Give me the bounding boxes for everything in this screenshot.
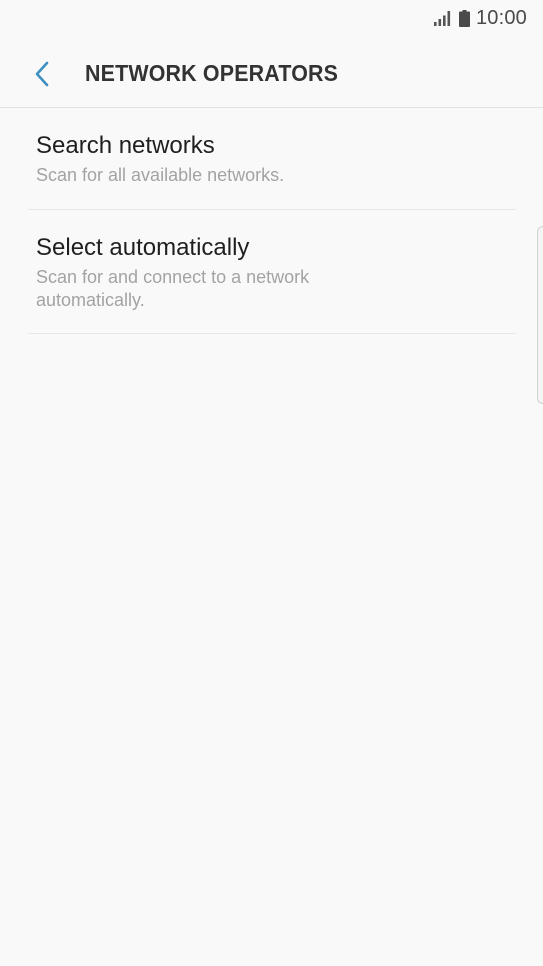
edge-panel-handle[interactable] — [537, 226, 543, 404]
status-bar: 10:00 — [0, 0, 543, 36]
select-automatically-subtitle: Scan for and connect to a network automa… — [36, 267, 310, 310]
search-networks-subtitle: Scan for all available networks. — [36, 165, 285, 185]
search-networks-title: Search networks — [36, 132, 215, 159]
search-networks-item[interactable]: Search networks Scan for all available n… — [28, 108, 516, 210]
back-button[interactable] — [22, 54, 62, 94]
app-header: NETWORK OPERATORS — [0, 36, 543, 108]
settings-list: Search networks Scan for all available n… — [28, 108, 516, 334]
status-time: 10:00 — [475, 7, 527, 29]
select-automatically-item[interactable]: Select automatically Scan for and connec… — [28, 210, 516, 334]
select-automatically-title: Select automatically — [36, 234, 250, 261]
status-indicators: 10:00 — [433, 6, 527, 30]
chevron-left-icon — [35, 61, 49, 87]
battery-icon — [458, 9, 470, 27]
page-title: NETWORK OPERATORS — [85, 60, 339, 86]
signal-bars-icon — [433, 11, 451, 26]
